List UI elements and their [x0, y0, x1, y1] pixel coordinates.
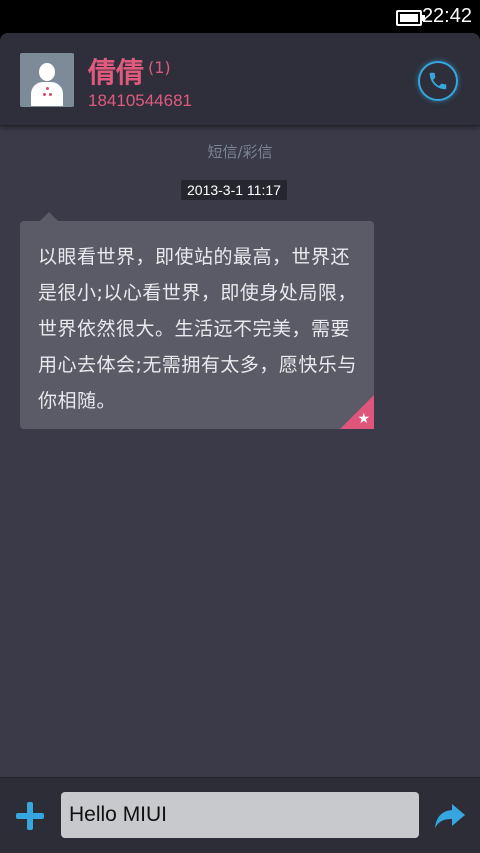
battery-icon — [396, 10, 425, 26]
message-text: 以眼看世界，即使站的最高，世界还是很小;以心看世界，即使身处局限，世界依然很大。… — [38, 246, 357, 412]
conversation-header: 倩倩 (1) 18410544681 — [0, 33, 480, 126]
compose-bar: Hello MIUI — [0, 777, 480, 853]
message-bubble[interactable]: 以眼看世界，即使站的最高，世界还是很小;以心看世界，即使身处局限，世界依然很大。… — [20, 212, 374, 429]
message-type-label: 短信/彩信 — [207, 143, 273, 161]
message-timestamp: 2013-3-1 11:17 — [181, 180, 287, 200]
contact-name: 倩倩 — [88, 56, 145, 89]
status-time: 22:42 — [421, 5, 472, 27]
plus-icon[interactable] — [16, 802, 44, 830]
unread-count: (1) — [148, 58, 171, 77]
person-avatar-icon[interactable] — [20, 53, 74, 107]
message-input[interactable]: Hello MIUI — [61, 792, 419, 838]
bubble-tail — [40, 212, 58, 221]
send-arrow-icon — [435, 804, 465, 828]
send-button[interactable] — [434, 802, 466, 834]
contact-phone-number: 18410544681 — [88, 91, 193, 110]
phone-icon — [429, 72, 447, 90]
call-button[interactable] — [418, 61, 458, 101]
conversation-screen: 倩倩 (1) 18410544681 短信/彩信 2013-3-1 11:17 … — [0, 33, 480, 853]
star-icon: ★ — [357, 411, 370, 427]
status-bar: 22:42 — [0, 0, 480, 33]
